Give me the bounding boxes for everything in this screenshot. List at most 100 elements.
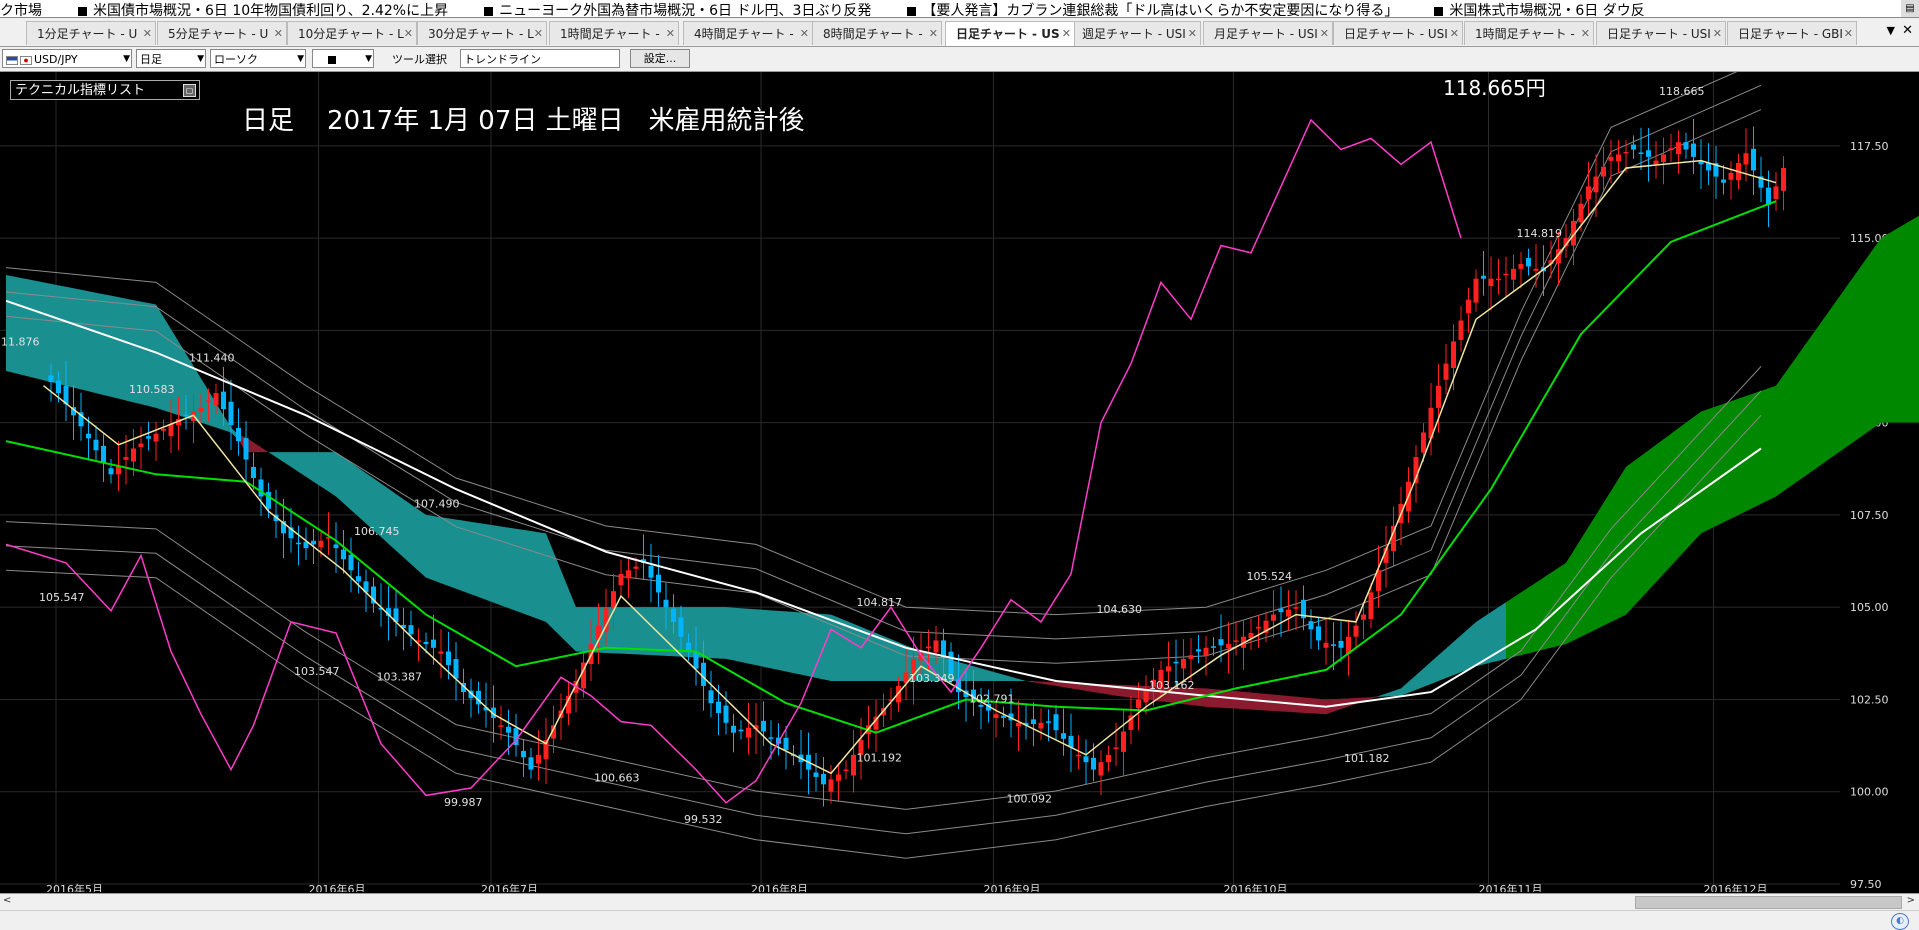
chart-tab[interactable]: 4時間足チャート - ✕: [683, 21, 813, 45]
scroll-thumb[interactable]: [1635, 896, 1902, 909]
chart-tab[interactable]: 日足チャート - US✕: [945, 21, 1075, 46]
chart-tab[interactable]: 日足チャート - USI✕: [1333, 21, 1463, 45]
ichimoku-cloud-segment: [749, 609, 757, 665]
chart-tab[interactable]: 10分足チャート - L✕: [287, 21, 417, 45]
ichimoku-cloud-segment: [734, 608, 742, 662]
candle-body: [1489, 279, 1494, 286]
band-upper-line: [6, 110, 1761, 664]
tab-close-icon[interactable]: ✕: [1450, 22, 1459, 45]
ichimoku-cloud-segment: [404, 499, 412, 564]
tool-label: ツール選択: [392, 51, 447, 67]
tab-close-icon[interactable]: ✕: [274, 22, 283, 45]
chevron-down-icon: ▼: [197, 50, 204, 68]
candle-body: [769, 737, 774, 739]
tab-close-icon[interactable]: ✕: [404, 22, 413, 45]
ichimoku-cloud-segment: [66, 287, 74, 388]
tab-close-icon[interactable]: ✕: [929, 22, 938, 45]
ichimoku-cloud-segment: [89, 291, 97, 393]
candlestick-chart[interactable]: 117.50115.00112.50110.00107.50105.00102.…: [0, 72, 1919, 892]
scroll-left-icon[interactable]: <: [3, 895, 11, 906]
tab-close-icon[interactable]: ✕: [1320, 22, 1329, 45]
tab-close-icon[interactable]: ✕: [1844, 22, 1853, 45]
candle-body: [499, 725, 504, 727]
chart-tab[interactable]: 月足チャート - USI✕: [1203, 21, 1333, 45]
candle-body: [311, 541, 316, 545]
tab-close-icon[interactable]: ✕: [1188, 22, 1197, 45]
ticker-item[interactable]: 【要人発言】カブラン連銀総裁「ドル高はいくらか不安定要因になり得る」: [907, 3, 1398, 18]
tab-close-icon[interactable]: ✕: [534, 22, 543, 45]
ichimoku-cloud-segment: [456, 520, 464, 592]
indicator-list-toggle[interactable]: テクニカル指標リスト ▢: [10, 80, 200, 100]
chart-tab[interactable]: 週足チャート - USI✕: [1071, 21, 1201, 45]
ticker-menu-icon[interactable]: ▤: [1901, 0, 1919, 17]
ichimoku-cloud-segment: [546, 533, 554, 629]
tab-close-icon[interactable]: ✕: [143, 22, 152, 45]
ichimoku-cloud-segment: [1004, 675, 1012, 681]
chart-area[interactable]: 117.50115.00112.50110.00107.50105.00102.…: [0, 72, 1919, 892]
status-icon[interactable]: ◐: [1891, 913, 1909, 930]
ichimoku-cloud-segment: [1011, 677, 1019, 681]
chart-tab[interactable]: 8時間足チャート -✕: [812, 21, 942, 45]
chart-tab[interactable]: 日足チャート - USI✕: [1596, 21, 1726, 45]
tab-close-icon[interactable]: ✕: [1581, 22, 1590, 45]
candle-body: [784, 738, 789, 750]
price-annotation: 100.663: [594, 771, 640, 784]
timeframe-select[interactable]: 日足 ▼: [136, 49, 206, 68]
ichimoku-cloud-segment: [21, 278, 29, 377]
scroll-right-icon[interactable]: >: [1907, 895, 1915, 906]
tab-close-icon[interactable]: ✕: [1062, 22, 1071, 46]
tab-list-dropdown-icon[interactable]: ▼: [1887, 24, 1895, 37]
status-bar: ◐: [0, 910, 1919, 930]
candle-body: [251, 467, 256, 478]
candle-body: [1054, 714, 1059, 730]
candle-body: [1511, 269, 1516, 280]
ichimoku-cloud-segment: [1724, 401, 1732, 522]
ichimoku-cloud-segment: [1694, 412, 1702, 542]
settings-button[interactable]: 設定...: [630, 49, 690, 68]
ichimoku-cloud-segment: [486, 524, 494, 602]
price-annotation: 105.547: [39, 591, 85, 604]
close-icon[interactable]: ✕: [1902, 23, 1913, 38]
y-tick-label: 100.00: [1850, 786, 1889, 799]
ichimoku-cloud-segment: [6, 275, 14, 373]
chart-tab[interactable]: 1時間足チャート -✕: [1464, 21, 1594, 45]
ticker-item[interactable]: 米国株式市場概況・6日 ダウ反: [1434, 3, 1644, 18]
chart-tab[interactable]: 1時間足チャート -✕: [549, 21, 679, 45]
ichimoku-cloud-segment: [1026, 681, 1034, 682]
candle-body: [439, 651, 444, 653]
ichimoku-cloud-segment: [1626, 461, 1634, 614]
tab-close-icon[interactable]: ✕: [800, 22, 809, 45]
tool-input[interactable]: トレンドライン: [460, 49, 620, 68]
ichimoku-cloud-segment: [1041, 682, 1049, 685]
candle-body: [1106, 755, 1111, 762]
horizontal-scrollbar[interactable]: < >: [0, 893, 1919, 910]
ticker-item[interactable]: 米国債市場概況・6日 10年物国債利回り、2.42%に上昇: [78, 3, 448, 18]
tab-label: 4時間足チャート -: [694, 27, 794, 41]
ichimoku-cloud-segment: [726, 607, 734, 660]
symbol-select[interactable]: USD/JPY ▼: [2, 49, 132, 68]
chart-tab[interactable]: 5分足チャート - U✕: [157, 21, 287, 45]
tab-close-icon[interactable]: ✕: [1713, 22, 1722, 45]
candle-body: [199, 408, 204, 412]
ichimoku-cloud-segment: [839, 618, 847, 681]
ichimoku-cloud-segment: [1904, 220, 1912, 422]
ichimoku-cloud-segment: [516, 529, 524, 614]
ichimoku-cloud-segment: [786, 611, 794, 673]
ticker-item[interactable]: ニューヨーク外国為替市場概況・6日 ドル円、3日ぶり反発: [484, 3, 871, 18]
expand-icon[interactable]: ▢: [183, 84, 196, 97]
ticker-item[interactable]: ク市場: [0, 3, 42, 18]
ichimoku-cloud-segment: [1386, 691, 1394, 697]
ichimoku-cloud-segment: [711, 607, 719, 658]
color-select[interactable]: ▼: [312, 49, 374, 68]
candle-body: [169, 424, 174, 436]
chart-type-select[interactable]: ローソク ▼: [210, 49, 306, 68]
candle-body: [1339, 641, 1344, 648]
chart-tab[interactable]: 日足チャート - GBI✕: [1727, 21, 1857, 45]
candle-body: [1084, 756, 1089, 762]
candle-body: [131, 448, 136, 461]
y-tick-label: 97.50: [1850, 878, 1882, 891]
chart-tab[interactable]: 1分足チャート - U✕: [26, 21, 156, 45]
chart-tab[interactable]: 30分足チャート - L✕: [417, 21, 547, 45]
tab-close-icon[interactable]: ✕: [666, 22, 675, 45]
candle-body: [1316, 626, 1321, 640]
